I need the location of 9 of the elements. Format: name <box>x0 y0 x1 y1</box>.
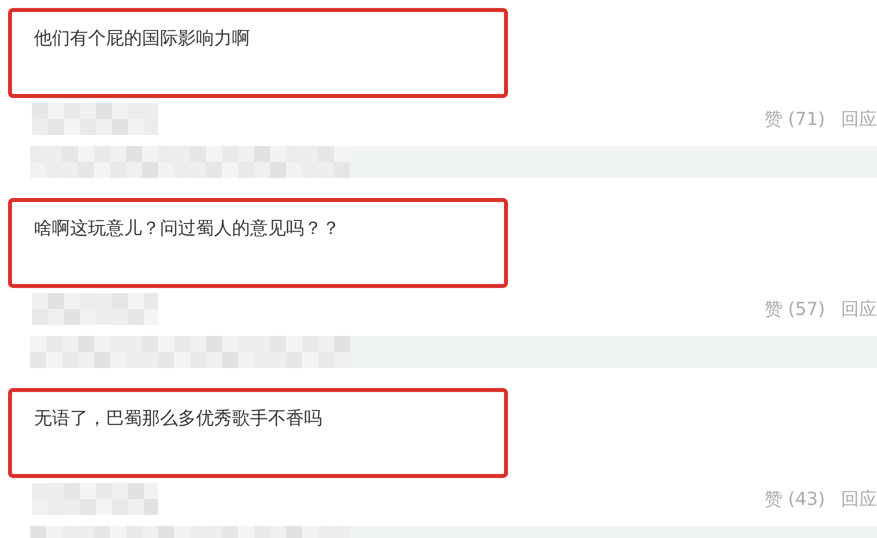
reply-link[interactable]: 回应 <box>841 107 877 131</box>
reply-link[interactable]: 回应 <box>841 487 877 511</box>
like-count[interactable]: 赞 (43) <box>764 487 825 511</box>
comment-text: 他们有个屁的国际影响力啊 <box>34 28 250 49</box>
like-count[interactable]: 赞 (71) <box>764 107 825 131</box>
comment-text: 无语了，巴蜀那么多优秀歌手不香吗 <box>34 408 322 429</box>
like-count[interactable]: 赞 (57) <box>764 297 825 321</box>
reply-link[interactable]: 回应 <box>841 297 877 321</box>
comment-text: 啥啊这玩意儿？问过蜀人的意见吗？？ <box>34 218 340 239</box>
